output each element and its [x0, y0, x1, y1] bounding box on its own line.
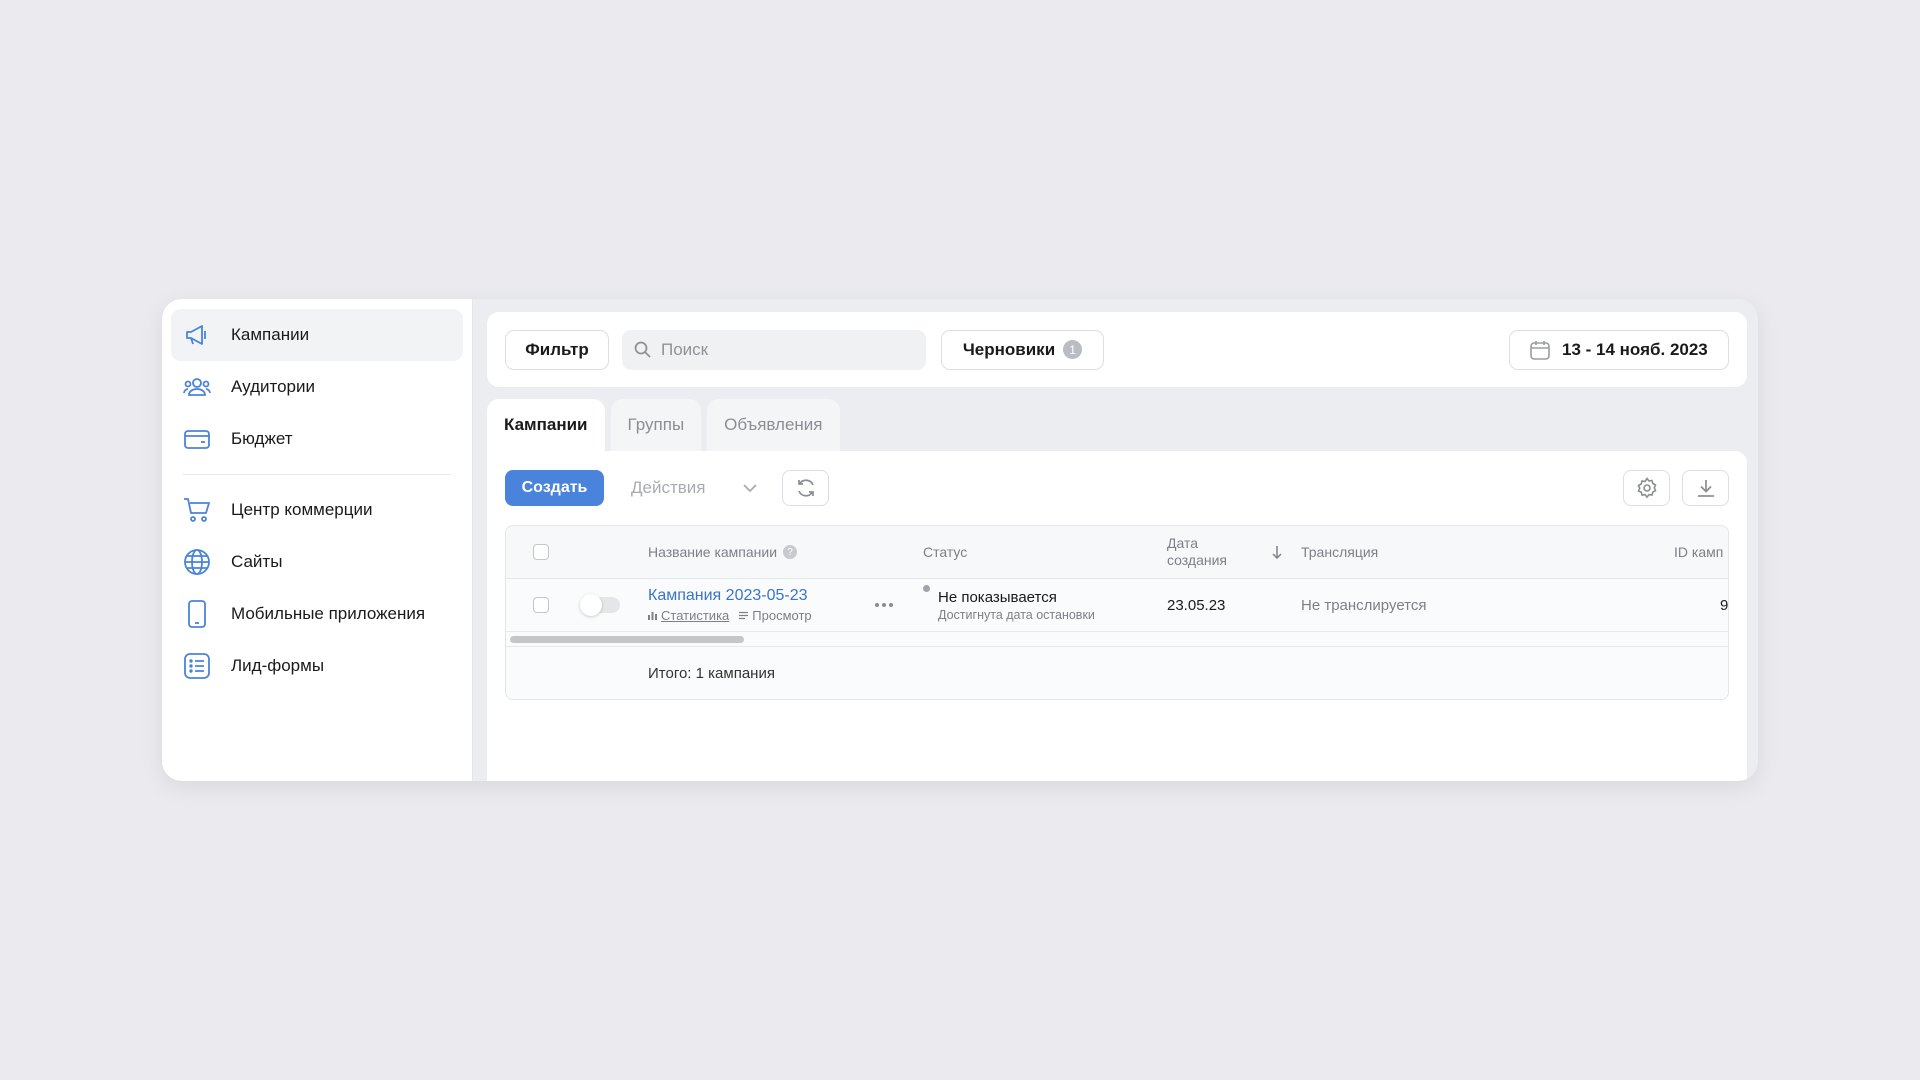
table-footer: Итого: 1 кампания	[506, 647, 1728, 699]
statistics-link[interactable]: Статистика	[661, 608, 729, 623]
toolbar: Фильтр Черновики 1 13 - 14 нояб. 2023	[487, 312, 1747, 387]
preview-link[interactable]: Просмотр	[752, 608, 811, 623]
sidebar-item-label: Кампании	[231, 325, 310, 344]
header-broadcast[interactable]: Трансляция	[1301, 526, 1378, 578]
megaphone-icon	[183, 321, 211, 349]
search-input[interactable]	[659, 338, 903, 361]
drafts-label: Черновики	[962, 339, 1056, 359]
horizontal-scrollbar[interactable]	[506, 632, 1728, 647]
row-more-button[interactable]	[874, 579, 894, 631]
tab-ads[interactable]: Объявления	[707, 399, 840, 451]
download-icon	[1696, 478, 1716, 498]
users-icon	[183, 373, 211, 401]
refresh-icon	[795, 477, 817, 499]
app-window: Кампании Аудитории Бюджет Центр коммерци…	[162, 299, 1758, 781]
campaigns-panel: Создать Действия Название кампании ? Ста…	[487, 451, 1747, 781]
campaign-toggle[interactable]	[580, 594, 620, 616]
sidebar-item-label: Аудитории	[231, 377, 315, 396]
created-date: 23.05.23	[1167, 596, 1226, 614]
search-box[interactable]	[622, 329, 926, 370]
sidebar-item-label: Сайты	[231, 552, 283, 571]
sidebar-item-budget[interactable]: Бюджет	[171, 413, 463, 465]
sidebar-item-campaigns[interactable]: Кампании	[171, 309, 463, 361]
main-content: Фильтр Черновики 1 13 - 14 нояб. 2023 Ка…	[473, 299, 1758, 781]
campaigns-table: Название кампании ? Статус Дата создания…	[505, 525, 1729, 700]
search-icon	[634, 341, 651, 358]
sidebar-item-mobile-apps[interactable]: Мобильные приложения	[171, 588, 463, 640]
campaign-sub-links: Статистика Просмотр	[648, 608, 812, 623]
tab-campaigns[interactable]: Кампании	[487, 399, 605, 451]
date-range-label: 13 - 14 нояб. 2023	[1562, 339, 1708, 359]
select-all-checkbox[interactable]	[533, 544, 549, 560]
header-label: Дата	[1167, 535, 1199, 551]
help-icon[interactable]: ?	[783, 545, 798, 559]
header-id[interactable]: ID камп	[1674, 526, 1723, 578]
sidebar-item-label: Центр коммерции	[231, 500, 373, 519]
actions-dropdown-label: Действия	[631, 478, 706, 497]
sidebar-item-audiences[interactable]: Аудитории	[171, 361, 463, 413]
campaign-name-link[interactable]: Кампания 2023-05-23	[648, 587, 808, 605]
table-row: Кампания 2023-05-23 Статистика Просмотр	[506, 579, 1728, 632]
header-created-date[interactable]: Дата создания	[1167, 526, 1227, 578]
actions-row: Создать Действия	[505, 470, 1729, 506]
chevron-down-icon	[742, 483, 758, 493]
status-detail: Достигнута дата остановки	[938, 607, 1095, 622]
sidebar-item-lead-forms[interactable]: Лид-формы	[171, 640, 463, 692]
date-range-button[interactable]: 13 - 14 нояб. 2023	[1509, 329, 1729, 370]
create-button[interactable]: Создать	[505, 470, 604, 506]
globe-icon	[183, 548, 211, 576]
tab-groups[interactable]: Группы	[610, 399, 702, 451]
bar-chart-icon	[648, 611, 657, 620]
phone-icon	[183, 600, 211, 628]
sidebar-item-sites[interactable]: Сайты	[171, 536, 463, 588]
header-status[interactable]: Статус	[923, 526, 967, 578]
sidebar-item-label: Лид-формы	[231, 656, 325, 675]
download-button[interactable]	[1682, 470, 1729, 506]
row-select-cell	[533, 579, 549, 631]
sidebar-item-commerce[interactable]: Центр коммерции	[171, 484, 463, 536]
calendar-icon	[1530, 340, 1550, 360]
status-dot-icon	[923, 585, 930, 592]
list-form-icon	[183, 652, 211, 680]
sidebar-item-label: Бюджет	[231, 429, 293, 448]
list-icon	[739, 611, 749, 620]
table-header: Название кампании ? Статус Дата создания…	[506, 526, 1728, 579]
more-dots-icon	[874, 602, 894, 608]
campaign-toggle-cell	[580, 579, 620, 631]
filter-button[interactable]: Фильтр	[505, 329, 609, 370]
campaign-name-cell: Кампания 2023-05-23 Статистика Просмотр	[648, 579, 812, 631]
drafts-button[interactable]: Черновики 1	[941, 329, 1104, 370]
scrollbar-thumb[interactable]	[510, 636, 744, 643]
table-total: Итого: 1 кампания	[648, 664, 775, 682]
gear-icon	[1636, 477, 1658, 499]
sidebar-divider	[183, 474, 451, 475]
refresh-button[interactable]	[782, 470, 829, 506]
campaign-id: 9	[1720, 596, 1729, 614]
header-campaign-name[interactable]: Название кампании ?	[648, 526, 798, 578]
select-all-cell	[533, 526, 549, 578]
broadcast-status: Не транслируется	[1301, 596, 1427, 614]
row-checkbox[interactable]	[533, 597, 549, 613]
table-settings-button[interactable]	[1623, 470, 1670, 506]
header-label: создания	[1167, 552, 1227, 568]
sidebar: Кампании Аудитории Бюджет Центр коммерци…	[162, 299, 473, 781]
status-cell: Не показывается Достигнута дата остановк…	[923, 579, 1095, 631]
header-label: Название кампании	[648, 544, 778, 560]
sort-desc-icon[interactable]	[1271, 526, 1283, 578]
wallet-icon	[183, 425, 211, 453]
sidebar-item-label: Мобильные приложения	[231, 604, 426, 623]
cart-icon	[183, 496, 211, 524]
actions-dropdown[interactable]: Действия	[618, 470, 766, 506]
drafts-count-badge: 1	[1063, 340, 1083, 359]
status-text: Не показывается	[938, 588, 1057, 606]
tab-bar: Кампании Группы Объявления	[487, 399, 1747, 451]
